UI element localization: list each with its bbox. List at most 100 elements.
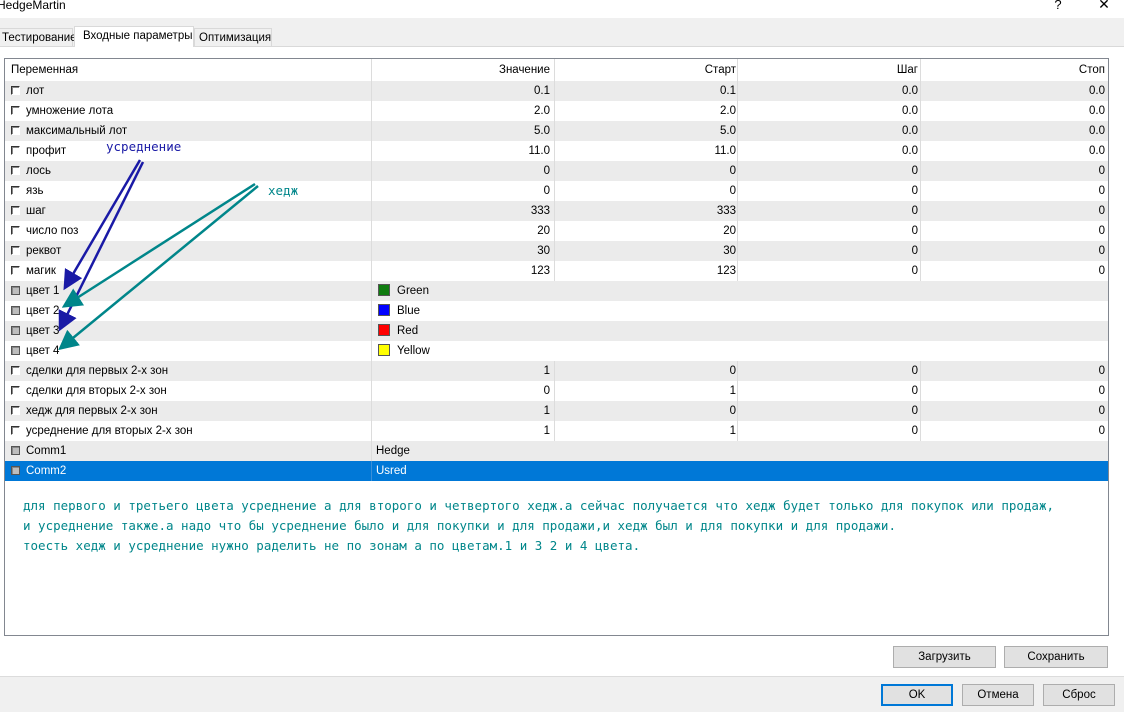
stop-cell[interactable]: 0 (921, 381, 1108, 401)
table-row[interactable]: цвет 2 Blue (5, 301, 1108, 321)
reset-button[interactable]: Сброс (1043, 684, 1115, 706)
start-cell[interactable]: 0 (555, 361, 738, 381)
stop-cell[interactable]: 0 (921, 241, 1108, 261)
tab-input-parameters[interactable]: Входные параметры (74, 26, 194, 47)
optimize-checkbox[interactable] (11, 266, 20, 275)
step-cell[interactable]: 0.0 (738, 101, 921, 121)
table-row[interactable]: реквот 30 30 0 0 (5, 241, 1108, 261)
start-cell[interactable]: 0 (555, 161, 738, 181)
stop-cell[interactable]: 0 (921, 361, 1108, 381)
optimize-checkbox[interactable] (11, 86, 20, 95)
start-cell[interactable]: 333 (555, 201, 738, 221)
column-header-stop[interactable]: Стоп (921, 59, 1108, 81)
optimize-checkbox[interactable] (11, 146, 20, 155)
value-cell[interactable]: 0 (372, 181, 555, 201)
stop-cell[interactable]: 0 (921, 221, 1108, 241)
step-cell[interactable]: 0 (738, 161, 921, 181)
start-cell[interactable]: 0 (555, 181, 738, 201)
start-cell[interactable]: 11.0 (555, 141, 738, 161)
value-cell[interactable]: 2.0 (372, 101, 555, 121)
stop-cell[interactable]: 0.0 (921, 81, 1108, 101)
start-cell[interactable]: 30 (555, 241, 738, 261)
save-button[interactable]: Сохранить (1004, 646, 1108, 668)
optimize-checkbox[interactable] (11, 226, 20, 235)
start-cell[interactable]: 0 (555, 401, 738, 421)
table-row[interactable]: умножение лота 2.0 2.0 0.0 0.0 (5, 101, 1108, 121)
string-value-cell[interactable]: Hedge (372, 441, 1108, 461)
optimize-checkbox[interactable] (11, 466, 20, 475)
value-cell[interactable]: 20 (372, 221, 555, 241)
step-cell[interactable]: 0 (738, 361, 921, 381)
optimize-checkbox[interactable] (11, 306, 20, 315)
optimize-checkbox[interactable] (11, 106, 20, 115)
optimize-checkbox[interactable] (11, 186, 20, 195)
optimize-checkbox[interactable] (11, 366, 20, 375)
value-cell[interactable]: 333 (372, 201, 555, 221)
table-row[interactable]: цвет 4 Yellow (5, 341, 1108, 361)
table-row[interactable]: язь 0 0 0 0 (5, 181, 1108, 201)
color-value-cell[interactable]: Green (372, 281, 1108, 301)
table-row[interactable]: цвет 1 Green (5, 281, 1108, 301)
stop-cell[interactable]: 0 (921, 181, 1108, 201)
optimize-checkbox[interactable] (11, 286, 20, 295)
start-cell[interactable]: 0.1 (555, 81, 738, 101)
step-cell[interactable]: 0.0 (738, 81, 921, 101)
table-row[interactable]: максимальный лот 5.0 5.0 0.0 0.0 (5, 121, 1108, 141)
table-row[interactable]: магик 123 123 0 0 (5, 261, 1108, 281)
value-cell[interactable]: 0 (372, 381, 555, 401)
string-value-cell[interactable]: Usred (372, 461, 1108, 481)
step-cell[interactable]: 0.0 (738, 141, 921, 161)
optimize-checkbox[interactable] (11, 346, 20, 355)
table-row[interactable]: хедж для первых 2-х зон 1 0 0 0 (5, 401, 1108, 421)
value-cell[interactable]: 123 (372, 261, 555, 281)
column-header-step[interactable]: Шаг (738, 59, 921, 81)
table-row[interactable]: усреднение для вторых 2-х зон 1 1 0 0 (5, 421, 1108, 441)
table-row[interactable]: сделки для первых 2-х зон 1 0 0 0 (5, 361, 1108, 381)
color-value-cell[interactable]: Yellow (372, 341, 1108, 361)
value-cell[interactable]: 0 (372, 161, 555, 181)
stop-cell[interactable]: 0 (921, 401, 1108, 421)
optimize-checkbox[interactable] (11, 206, 20, 215)
stop-cell[interactable]: 0 (921, 261, 1108, 281)
step-cell[interactable]: 0.0 (738, 121, 921, 141)
table-row[interactable]: лось 0 0 0 0 (5, 161, 1108, 181)
start-cell[interactable]: 5.0 (555, 121, 738, 141)
value-cell[interactable]: 1 (372, 421, 555, 441)
cancel-button[interactable]: Отмена (962, 684, 1034, 706)
color-value-cell[interactable]: Blue (372, 301, 1108, 321)
value-cell[interactable]: 5.0 (372, 121, 555, 141)
optimize-checkbox[interactable] (11, 166, 20, 175)
table-row[interactable]: шаг 333 333 0 0 (5, 201, 1108, 221)
color-value-cell[interactable]: Red (372, 321, 1108, 341)
start-cell[interactable]: 123 (555, 261, 738, 281)
optimize-checkbox[interactable] (11, 406, 20, 415)
ok-button[interactable]: OK (881, 684, 953, 706)
value-cell[interactable]: 30 (372, 241, 555, 261)
step-cell[interactable]: 0 (738, 181, 921, 201)
optimize-checkbox[interactable] (11, 446, 20, 455)
start-cell[interactable]: 20 (555, 221, 738, 241)
optimize-checkbox[interactable] (11, 126, 20, 135)
table-row[interactable]: Comm1 Hedge (5, 441, 1108, 461)
value-cell[interactable]: 1 (372, 401, 555, 421)
step-cell[interactable]: 0 (738, 421, 921, 441)
optimize-checkbox[interactable] (11, 246, 20, 255)
tab-testing[interactable]: Тестирование (0, 28, 77, 46)
load-button[interactable]: Загрузить (893, 646, 996, 668)
step-cell[interactable]: 0 (738, 261, 921, 281)
table-row[interactable]: Comm2 Usred (5, 461, 1108, 481)
optimize-checkbox[interactable] (11, 386, 20, 395)
start-cell[interactable]: 1 (555, 381, 738, 401)
stop-cell[interactable]: 0 (921, 201, 1108, 221)
step-cell[interactable]: 0 (738, 201, 921, 221)
step-cell[interactable]: 0 (738, 221, 921, 241)
stop-cell[interactable]: 0.0 (921, 141, 1108, 161)
stop-cell[interactable]: 0 (921, 161, 1108, 181)
help-button[interactable]: ? (1048, 0, 1068, 15)
table-row[interactable]: число поз 20 20 0 0 (5, 221, 1108, 241)
table-row[interactable]: сделки для вторых 2-х зон 0 1 0 0 (5, 381, 1108, 401)
value-cell[interactable]: 1 (372, 361, 555, 381)
start-cell[interactable]: 2.0 (555, 101, 738, 121)
table-row[interactable]: лот 0.1 0.1 0.0 0.0 (5, 81, 1108, 101)
column-header-value[interactable]: Значение (372, 59, 555, 81)
